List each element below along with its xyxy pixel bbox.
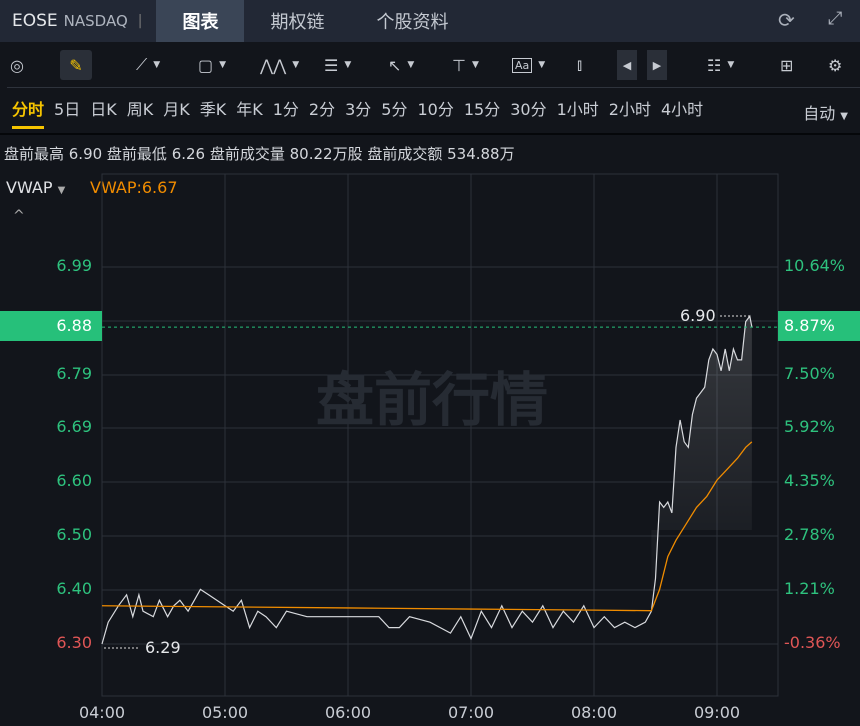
- x-tick: 04:00: [78, 703, 126, 722]
- y-tick-right: 5.92%: [784, 417, 835, 436]
- x-tick: 06:00: [324, 703, 372, 722]
- x-tick: 07:00: [447, 703, 495, 722]
- y-tick-right: 7.50%: [784, 364, 835, 383]
- chart-frame: [101, 173, 779, 697]
- y-tick-left: 6.99: [56, 256, 92, 275]
- current-price-badge: 6.88: [0, 311, 102, 341]
- price-area: [651, 316, 752, 612]
- y-tick-left: 6.30: [56, 633, 92, 652]
- y-tick-left: 6.60: [56, 471, 92, 490]
- current-pct-badge: 8.87%: [778, 311, 860, 341]
- y-tick-left: 6.40: [56, 579, 92, 598]
- y-tick-left: 6.50: [56, 525, 92, 544]
- y-tick-right: 2.78%: [784, 525, 835, 544]
- y-tick-right: 10.64%: [784, 256, 846, 275]
- y-tick-right: 4.35%: [784, 471, 835, 490]
- watermark: 盘前行情: [316, 366, 548, 434]
- y-tick-left: 6.79: [56, 364, 92, 383]
- x-tick: 09:00: [693, 703, 741, 722]
- price-chart[interactable]: 盘前行情: [0, 0, 860, 726]
- y-tick-right: -0.36%: [784, 633, 841, 652]
- low-label: 6.29: [145, 638, 181, 657]
- x-tick: 05:00: [201, 703, 249, 722]
- high-label: 6.90: [680, 306, 716, 325]
- y-tick-left: 6.69: [56, 417, 92, 436]
- y-tick-right: 1.21%: [784, 579, 835, 598]
- x-tick: 08:00: [570, 703, 618, 722]
